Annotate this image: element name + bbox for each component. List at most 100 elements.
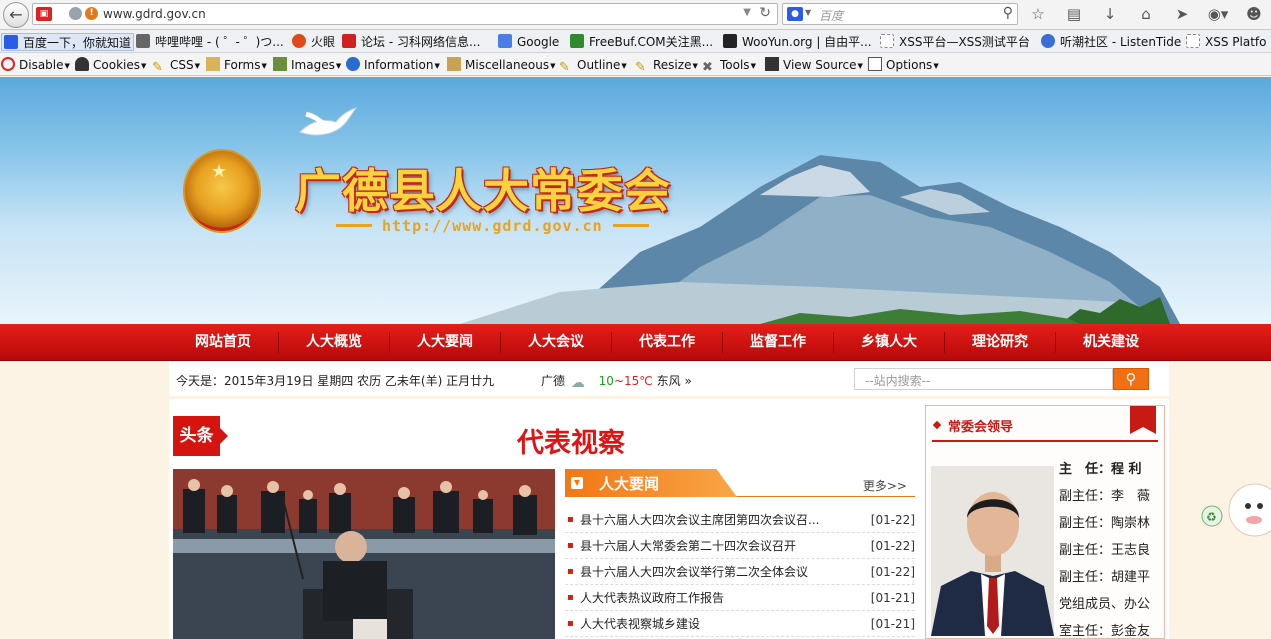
search-placeholder[interactable]: --站内搜索-- — [865, 372, 930, 389]
current-date: 今天是：2015年3月19日 星期四 农历 乙未年(羊) 正月廿九 — [176, 374, 495, 388]
search-placeholder[interactable]: 百度 — [819, 7, 843, 24]
chevron-down-icon[interactable]: ▼ — [743, 7, 751, 18]
warning-icon[interactable]: ! — [85, 7, 98, 20]
smiley-icon[interactable]: ☻ — [1242, 4, 1266, 24]
news-item-title[interactable]: 县十六届人大四次会议举行第二次全体会议 — [580, 559, 840, 585]
devtools-outline-menu[interactable]: ✎ Outline▼ — [559, 56, 627, 75]
bookmark-item[interactable]: 哔哩哔哩 - ( ゜- ゜)つ... — [136, 33, 284, 51]
headline-photo[interactable] — [173, 469, 555, 639]
svg-text:♻: ♻ — [1206, 510, 1217, 524]
devtools-images-menu[interactable]: Images▼ — [273, 56, 341, 74]
news-item[interactable]: ▪ 县十六届人大四次会议举行第二次全体会议 [01-22] — [565, 559, 915, 585]
news-item-title[interactable]: 县十六届人大四次会议主席团第四次会议召... — [580, 507, 840, 533]
bookmark-item[interactable]: XSS平台—XSS测试平台 — [880, 33, 1030, 51]
nav-item-news[interactable]: 人大要闻 — [417, 324, 473, 361]
devtools-label: Forms — [224, 58, 261, 72]
devtools-label: Resize — [653, 58, 692, 72]
nav-item-home[interactable]: 网站首页 — [195, 324, 251, 361]
more-link[interactable]: 更多>> — [863, 477, 907, 494]
weather-city: 广德 — [541, 374, 566, 388]
news-item-title[interactable]: 人大代表热议政府工作报告 — [580, 585, 840, 611]
nav-item-meetings[interactable]: 人大会议 — [528, 324, 584, 361]
news-item[interactable]: ▪ 人大代表视察城乡建设 [01-21] — [565, 611, 915, 637]
disable-icon — [1, 57, 15, 71]
site-search-input[interactable]: --站内搜索-- — [854, 368, 1113, 390]
news-item-date: [01-22] — [870, 539, 915, 553]
bookmark-item[interactable]: XSS Platfo — [1186, 33, 1266, 51]
main-nav: 网站首页 人大概览 人大要闻 人大会议 代表工作 监督工作 乡镇人大 理论研究 … — [0, 324, 1271, 361]
search-icon[interactable]: ⚲ — [1003, 5, 1013, 21]
clipboard-icon — [206, 57, 220, 71]
devtools-miscellaneous-menu[interactable]: Miscellaneous▼ — [447, 56, 556, 74]
chevron-right-icon[interactable]: » — [684, 374, 691, 388]
bookmark-label: WooYun.org | 自由平... — [742, 35, 872, 49]
clipboard-icon[interactable]: ▤ — [1062, 4, 1086, 24]
bookmark-item[interactable]: WooYun.org | 自由平... — [723, 33, 872, 51]
devtools-view-source-menu[interactable]: View Source▼ — [765, 56, 863, 74]
devtools-forms-menu[interactable]: Forms▼ — [206, 56, 267, 74]
nav-item-representatives[interactable]: 代表工作 — [639, 324, 695, 361]
listentide-icon — [1041, 34, 1055, 48]
news-item[interactable]: ▪ 人大代表热议政府工作报告 [01-21] — [565, 585, 915, 611]
resize-icon: ✎ — [635, 60, 646, 75]
browser-search-box[interactable]: ● ▼ 百度 ⚲ — [782, 3, 1018, 25]
news-header: ▼ 人大要闻 更多>> — [565, 469, 915, 497]
news-item-title[interactable]: 人大代表视察城乡建设 — [580, 611, 840, 637]
google-icon — [498, 34, 512, 48]
bookmark-item[interactable]: 火眼 — [292, 33, 335, 51]
devtools-label: Tools — [720, 58, 750, 72]
pencil-icon: ✎ — [559, 60, 570, 75]
bookmark-item[interactable]: FreeBuf.COM关注黑... — [570, 33, 713, 51]
baidu-paw-icon[interactable]: ● — [787, 7, 803, 21]
devtools-cookies-menu[interactable]: Cookies▼ — [75, 56, 146, 74]
nav-item-theory[interactable]: 理论研究 — [972, 324, 1028, 361]
bookmark-item[interactable]: 论坛 - 习科网络信息... — [342, 33, 480, 51]
weather-widget: 广德 ☁ 10~15℃ 东风 » — [541, 372, 692, 391]
home-icon[interactable]: ⌂ — [1134, 4, 1158, 24]
leader-portrait — [931, 466, 1054, 636]
bookmark-label: FreeBuf.COM关注黑... — [589, 35, 714, 49]
nav-item-supervision[interactable]: 监督工作 — [750, 324, 806, 361]
devtools-information-menu[interactable]: Information▼ — [346, 56, 440, 74]
bookmark-item[interactable]: 百度一下，你就知道 — [1, 33, 135, 51]
send-icon[interactable]: ➤ — [1170, 4, 1194, 24]
chevron-down-icon[interactable]: ▼ — [805, 8, 811, 17]
news-item-title[interactable]: 县十六届人大常委会第二十四次会议召开 — [580, 533, 840, 559]
silic-icon — [342, 34, 356, 48]
address-text[interactable]: www.gdrd.gov.cn — [103, 7, 206, 21]
devtools-resize-menu[interactable]: ✎ Resize▼ — [635, 56, 698, 75]
temp-low: 10 — [598, 374, 614, 388]
bookmark-label: XSS平台—XSS测试平台 — [899, 35, 1030, 49]
freebuf-icon — [570, 34, 584, 48]
nav-item-overview[interactable]: 人大概览 — [306, 324, 362, 361]
search-button[interactable]: ⚲ — [1113, 368, 1149, 390]
devtools-options-menu[interactable]: Options▼ — [868, 56, 939, 74]
star-bookmark-icon[interactable]: ☆ — [1026, 4, 1050, 24]
download-icon[interactable]: ↓ — [1098, 4, 1122, 24]
info-icon — [346, 57, 360, 71]
site-favicon-icon: ▣ — [36, 7, 52, 21]
devtools-tools-menu[interactable]: ✖ Tools▼ — [702, 56, 756, 75]
devtools-label: CSS — [170, 58, 194, 72]
globe-icon — [69, 7, 82, 20]
reload-icon[interactable]: ↻ — [759, 5, 771, 21]
floating-mascot-widget[interactable]: ♻ — [1200, 480, 1271, 543]
news-tab[interactable]: ▼ 人大要闻 — [565, 469, 737, 497]
headline-title[interactable]: 代表视察 — [517, 421, 625, 460]
bookmark-label: 哔哩哔哩 - ( ゜- ゜)つ... — [155, 35, 284, 49]
devtools-css-menu[interactable]: ✎ CSS▼ — [152, 56, 200, 75]
news-item[interactable]: ▪ 县十六届人大四次会议主席团第四次会议召... [01-22] — [565, 507, 915, 533]
news-item[interactable]: ▪ 县十六届人大常委会第二十四次会议召开 [01-22] — [565, 533, 915, 559]
address-bar[interactable]: ▣ ! www.gdrd.gov.cn ▼ ↻ — [32, 3, 778, 25]
addon-menu-icon[interactable]: ◉▾ — [1206, 4, 1230, 24]
nav-item-townships[interactable]: 乡镇人大 — [861, 324, 917, 361]
nav-item-organization[interactable]: 机关建设 — [1083, 324, 1139, 361]
devtools-disable-menu[interactable]: Disable▼ — [1, 56, 70, 74]
bookmark-item[interactable]: 听潮社区 - ListenTide — [1041, 33, 1181, 51]
wrench-icon: ✖ — [702, 60, 713, 75]
roster-entry: 副主任：王志良 — [1059, 543, 1151, 558]
roster-entry: 党组成员、办公 — [1059, 597, 1151, 612]
back-arrow-icon[interactable]: ← — [3, 2, 29, 28]
devtools-label: Images — [291, 58, 335, 72]
bookmark-item[interactable]: Google — [498, 33, 559, 51]
